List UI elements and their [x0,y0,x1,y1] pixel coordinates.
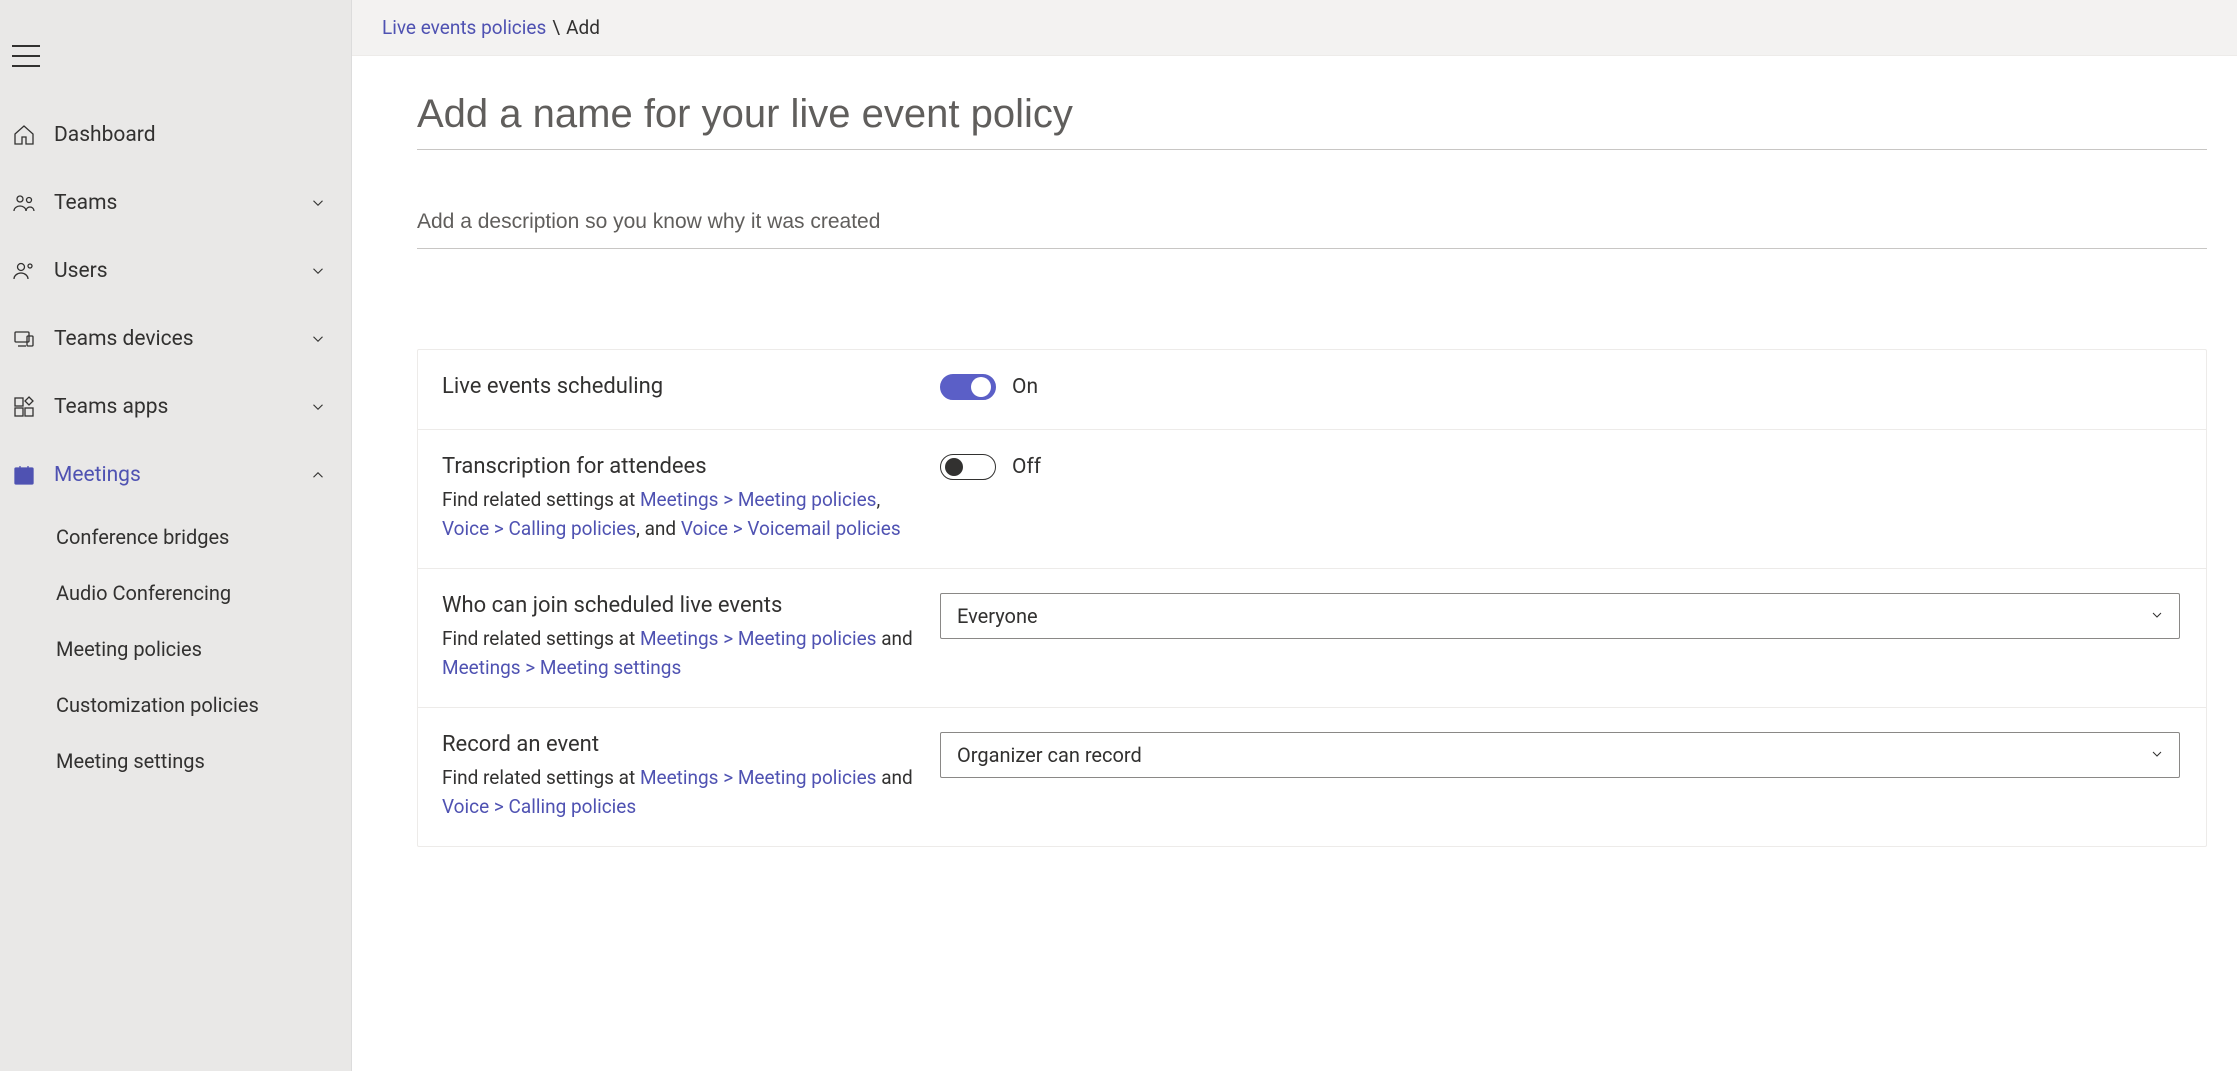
sidebar-item-teams-apps[interactable]: Teams apps [0,373,351,441]
setting-help: Find related settings at Meetings > Meet… [442,485,920,544]
breadcrumb-current: Add [566,16,600,39]
sidebar-item-label: Users [54,259,309,283]
sidebar-item-label: Teams [54,191,309,215]
dropdown-value: Everyone [957,604,1038,628]
chevron-up-icon [309,466,327,484]
sidebar-item-label: Meetings [54,463,309,487]
dropdown-value: Organizer can record [957,743,1142,767]
policy-name-input[interactable] [417,82,2207,150]
sidebar-subitem-label: Conference bridges [56,525,229,549]
sidebar-item-label: Teams apps [54,395,309,419]
setting-title: Live events scheduling [442,374,920,399]
chevron-down-icon [309,194,327,212]
users-icon [12,259,54,283]
setting-row-scheduling: Live events scheduling On [418,350,2206,430]
sidebar-item-meetings[interactable]: Meetings [0,441,351,509]
sidebar-item-label: Teams devices [54,327,309,351]
sidebar-item-dashboard[interactable]: Dashboard [0,101,351,169]
sidebar-subitem-meeting-settings[interactable]: Meeting settings [56,733,351,789]
link-voicemail-policies[interactable]: Voice > Voicemail policies [681,517,901,540]
chevron-down-icon [2149,604,2165,628]
setting-help: Find related settings at Meetings > Meet… [442,624,920,683]
sidebar: Dashboard Teams Users Teams device [0,0,352,1071]
breadcrumb-parent-link[interactable]: Live events policies [382,16,546,39]
sidebar-item-teams-devices[interactable]: Teams devices [0,305,351,373]
setting-title: Record an event [442,732,920,757]
breadcrumb: Live events policies \ Add [352,0,2237,56]
toggle-label: Off [1012,455,1041,479]
setting-title: Who can join scheduled live events [442,593,920,618]
main-content: Live events policies \ Add Live events s… [352,0,2237,1071]
sidebar-subitem-label: Customization policies [56,693,259,717]
teams-icon [12,191,54,215]
link-calling-policies[interactable]: Voice > Calling policies [442,517,636,540]
sidebar-item-teams[interactable]: Teams [0,169,351,237]
link-meeting-settings[interactable]: Meetings > Meeting settings [442,656,681,679]
apps-icon [12,395,54,419]
chevron-down-icon [309,398,327,416]
setting-help: Find related settings at Meetings > Meet… [442,763,920,822]
policy-description-input[interactable] [417,150,2207,249]
calendar-icon [12,463,54,487]
sidebar-subnav-meetings: Conference bridges Audio Conferencing Me… [0,509,351,789]
settings-card: Live events scheduling On Transcription … [417,349,2207,847]
sidebar-nav: Dashboard Teams Users Teams device [0,91,351,789]
breadcrumb-separator: \ [552,16,560,39]
dropdown-record[interactable]: Organizer can record [940,732,2180,778]
menu-toggle[interactable] [0,0,351,91]
toggle-scheduling[interactable] [940,374,996,400]
sidebar-subitem-label: Meeting settings [56,749,205,773]
link-calling-policies[interactable]: Voice > Calling policies [442,795,636,818]
content-area: Live events scheduling On Transcription … [352,56,2237,887]
sidebar-subitem-label: Meeting policies [56,637,202,661]
home-icon [12,123,54,147]
sidebar-subitem-customization-policies[interactable]: Customization policies [56,677,351,733]
sidebar-subitem-audio-conferencing[interactable]: Audio Conferencing [56,565,351,621]
chevron-down-icon [309,330,327,348]
link-meeting-policies[interactable]: Meetings > Meeting policies [640,627,877,650]
sidebar-subitem-conference-bridges[interactable]: Conference bridges [56,509,351,565]
dropdown-who-can-join[interactable]: Everyone [940,593,2180,639]
link-meeting-policies[interactable]: Meetings > Meeting policies [640,766,877,789]
toggle-label: On [1012,375,1038,399]
toggle-transcription[interactable] [940,454,996,480]
sidebar-subitem-label: Audio Conferencing [56,581,231,605]
chevron-down-icon [309,262,327,280]
setting-title: Transcription for attendees [442,454,920,479]
sidebar-item-users[interactable]: Users [0,237,351,305]
devices-icon [12,327,54,351]
setting-row-transcription: Transcription for attendees Find related… [418,430,2206,569]
chevron-down-icon [2149,743,2165,767]
setting-row-record: Record an event Find related settings at… [418,708,2206,846]
hamburger-icon [12,45,40,67]
sidebar-subitem-meeting-policies[interactable]: Meeting policies [56,621,351,677]
sidebar-item-label: Dashboard [54,123,327,147]
setting-row-who-can-join: Who can join scheduled live events Find … [418,569,2206,708]
link-meeting-policies[interactable]: Meetings > Meeting policies [640,488,877,511]
